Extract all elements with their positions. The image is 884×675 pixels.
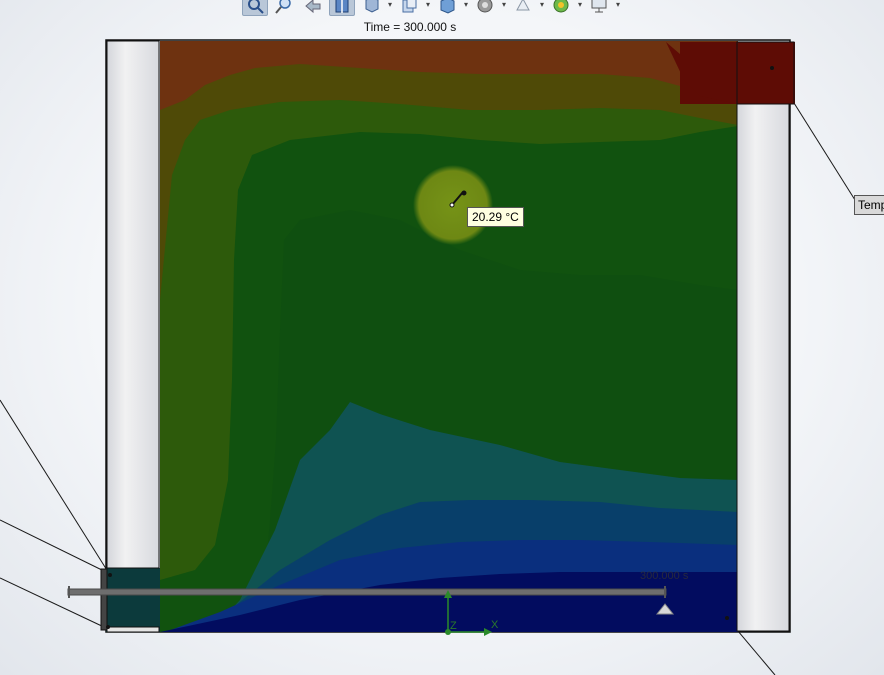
timeline-current-time: 300.000 s xyxy=(640,570,689,582)
inlet-corner-band xyxy=(106,568,160,632)
right-wall xyxy=(736,103,790,632)
timeline-right-cap xyxy=(664,586,666,598)
temperature-contour-plot xyxy=(106,41,738,632)
left-bottom-strip xyxy=(106,626,160,633)
triad-x-label: X xyxy=(491,619,499,631)
probe-value-tooltip: 20.29 °C xyxy=(467,207,524,227)
timeline-track[interactable] xyxy=(67,588,667,596)
triad-z-label: Z xyxy=(450,620,457,632)
graphics-area[interactable] xyxy=(0,0,884,675)
sensor-label-tag[interactable]: Temp xyxy=(854,195,884,215)
timeline-left-cap xyxy=(68,586,70,598)
left-wall xyxy=(106,40,160,569)
left-inlet-lip xyxy=(100,568,108,631)
